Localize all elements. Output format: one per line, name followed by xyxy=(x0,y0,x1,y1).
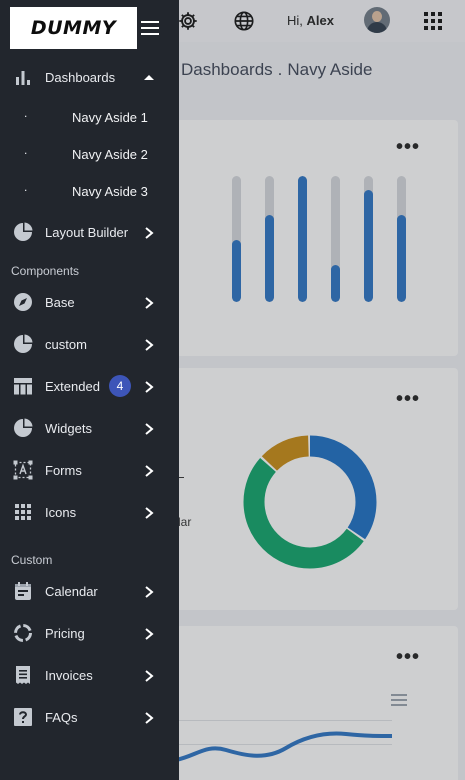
chevron-right-icon xyxy=(144,296,154,309)
bar-chart-icon xyxy=(13,67,33,87)
text-field-icon xyxy=(13,460,33,480)
brand-text: DUMMY xyxy=(30,17,117,39)
circle-notch-icon xyxy=(13,623,33,643)
sidebar-item-pricing[interactable]: Pricing xyxy=(0,613,179,653)
section-title-custom: Custom xyxy=(11,553,53,567)
brand-area: DUMMY xyxy=(0,0,179,56)
sidebar-item-base[interactable]: Base xyxy=(0,282,179,322)
calendar-icon xyxy=(13,581,33,601)
question-icon xyxy=(13,707,33,727)
pie-chart-icon xyxy=(13,418,33,438)
chevron-right-icon xyxy=(144,711,154,724)
sidebar-subitem-label: Navy Aside 2 xyxy=(72,147,148,162)
chevron-right-icon xyxy=(144,669,154,682)
sidebar-item-forms[interactable]: Forms xyxy=(0,450,179,490)
receipt-icon xyxy=(13,665,33,685)
sidebar-item-custom[interactable]: custom xyxy=(0,324,179,364)
count-badge: 4 xyxy=(109,375,131,397)
chevron-right-icon xyxy=(144,627,154,640)
compass-icon xyxy=(13,292,33,312)
hamburger-icon[interactable] xyxy=(141,21,159,35)
bullet: . xyxy=(24,106,28,120)
chevron-right-icon xyxy=(144,585,154,598)
sidebar-item-label: custom xyxy=(45,336,87,352)
sidebar-item-dashboards[interactable]: Dashboards xyxy=(0,57,179,97)
bullet: . xyxy=(24,180,28,194)
sidebar-subitem-navy-aside-3[interactable]: . Navy Aside 3 xyxy=(0,176,179,208)
brand-logo[interactable]: DUMMY xyxy=(10,7,137,49)
sidebar-item-invoices[interactable]: Invoices xyxy=(0,655,179,695)
chevron-right-icon xyxy=(144,380,154,393)
sidebar-item-widgets[interactable]: Widgets xyxy=(0,408,179,448)
sidebar-item-label: Dashboards xyxy=(45,69,116,85)
sidebar-item-faqs[interactable]: FAQs xyxy=(0,697,179,737)
table-icon xyxy=(13,376,33,396)
sidebar-item-calendar[interactable]: Calendar xyxy=(0,571,179,611)
bullet: . xyxy=(24,143,28,157)
sidebar-item-label: Pricing xyxy=(45,625,85,641)
sidebar-subitem-label: Navy Aside 3 xyxy=(72,184,148,199)
chevron-right-icon xyxy=(144,506,154,519)
chevron-up-icon xyxy=(144,71,154,83)
chevron-right-icon xyxy=(144,422,154,435)
sidebar-item-extended[interactable]: Extended 4 xyxy=(0,366,179,406)
sidebar-subitem-navy-aside-1[interactable]: . Navy Aside 1 xyxy=(0,102,179,134)
pie-chart-icon xyxy=(13,334,33,354)
pie-chart-icon xyxy=(13,222,33,242)
sidebar-item-label: Invoices xyxy=(45,667,93,683)
sidebar-item-label: Layout Builder xyxy=(45,224,129,240)
sidebar: DUMMY Dashboards . Navy Aside 1 . Navy A… xyxy=(0,0,179,780)
sidebar-item-label: Base xyxy=(45,294,75,310)
section-title-components: Components xyxy=(11,264,80,278)
chevron-right-icon xyxy=(144,464,154,477)
sidebar-item-label: Forms xyxy=(45,462,82,478)
sidebar-item-label: Calendar xyxy=(45,583,98,599)
chevron-right-icon xyxy=(144,338,154,351)
sidebar-item-label: Extended xyxy=(45,378,100,394)
sidebar-item-label: Widgets xyxy=(45,420,92,436)
sidebar-item-label: FAQs xyxy=(45,709,78,725)
sidebar-subitem-navy-aside-2[interactable]: . Navy Aside 2 xyxy=(0,139,179,171)
grid-icon xyxy=(13,502,33,522)
sidebar-item-label: Icons xyxy=(45,504,77,520)
sidebar-item-layout-builder[interactable]: Layout Builder xyxy=(0,212,179,252)
sidebar-subitem-label: Navy Aside 1 xyxy=(72,110,148,125)
chevron-right-icon xyxy=(144,226,154,239)
sidebar-item-icons[interactable]: Icons xyxy=(0,492,179,532)
